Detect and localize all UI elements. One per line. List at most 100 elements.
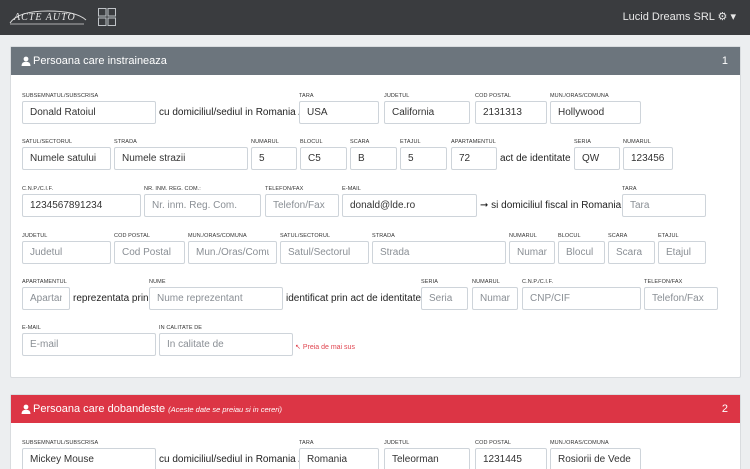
gear-icon: ⚙ — [717, 11, 728, 23]
seller-floor-input[interactable] — [400, 147, 447, 170]
seller-name-input[interactable] — [22, 101, 156, 124]
label-f-county: JUDETUL — [22, 233, 48, 239]
buyer-domicile-text: cu domiciliul/sediul in Romania / — [159, 454, 302, 465]
seller-postal-input[interactable] — [475, 101, 547, 124]
label-f-village: SATUL/SECTORUL — [280, 233, 331, 239]
label-rep-number: NUMARUL — [472, 279, 500, 285]
fiscal-apartment-input[interactable] — [22, 287, 70, 310]
label-fiscal-country: TARA — [622, 186, 637, 192]
label-county: JUDETUL — [384, 93, 410, 99]
label-number: NUMARUL — [251, 139, 279, 145]
buyer-card-title: Persoana care dobandeste (Aceste date se… — [33, 403, 282, 415]
label-id-number: NUMARUL — [623, 139, 651, 145]
arrow-copy-icon: ↖ — [295, 344, 303, 351]
label-rep-series: SERIA — [421, 279, 439, 285]
label-postal: COD POSTAL — [475, 93, 512, 99]
fiscal-village-input[interactable] — [280, 241, 369, 264]
label-rep-cnp: C.N.P./C.I.F. — [522, 279, 554, 285]
label-f-apartment: APARTAMENTUL — [22, 279, 67, 285]
label-buyer-country: TARA — [299, 440, 314, 446]
buyer-name-input[interactable] — [22, 448, 156, 469]
seller-city-input[interactable] — [550, 101, 641, 124]
seller-card-number: 1 — [721, 55, 728, 67]
fiscal-country-input[interactable] — [622, 194, 706, 217]
label-village: SATUL/SECTORUL — [22, 139, 73, 145]
seller-cnp-input[interactable] — [22, 194, 141, 217]
seller-street-input[interactable] — [114, 147, 248, 170]
buyer-county-input[interactable] — [384, 448, 470, 469]
label-rep-name: NUME — [149, 279, 166, 285]
seller-number-input[interactable] — [251, 147, 297, 170]
label-reg-com: NR. INM. REG. COM.: — [144, 186, 201, 192]
buyer-card-number: 2 — [721, 403, 728, 415]
fiscal-city-input[interactable] — [188, 241, 277, 264]
seller-block-input[interactable] — [300, 147, 347, 170]
user-icon — [21, 56, 31, 66]
fiscal-entrance-input[interactable] — [608, 241, 655, 264]
label-entrance: SCARA — [350, 139, 370, 145]
buyer-city-input[interactable] — [550, 448, 641, 469]
arrow-right-icon: ➞ — [480, 200, 492, 211]
label-city: MUN./ORAS/COMUNA — [550, 93, 609, 99]
buyer-country-input[interactable] — [299, 448, 379, 469]
fiscal-county-input[interactable] — [22, 241, 111, 264]
seller-card: Persoana care instraineaza 1 SUBSEMNATUL… — [10, 46, 741, 378]
seller-email-input[interactable] — [342, 194, 477, 217]
fiscal-block-input[interactable] — [558, 241, 605, 264]
acte-auto-logo[interactable]: ACTE AUTO — [8, 8, 88, 27]
label-cnp: C.N.P./C.I.F. — [22, 186, 54, 192]
company-menu[interactable]: Lucid Dreams SRL ⚙ ▾ — [623, 10, 736, 23]
buyer-title-text: Persoana care dobandeste — [33, 403, 166, 415]
label-f-floor: ETAJUL — [658, 233, 679, 239]
buyer-card: Persoana care dobandeste (Aceste date se… — [10, 394, 741, 469]
label-f-postal: COD POSTAL — [114, 233, 151, 239]
label-f-city: MUN./ORAS/COMUNA — [188, 233, 247, 239]
label-f-block: BLOCUL — [558, 233, 581, 239]
seller-county-input[interactable] — [384, 101, 470, 124]
seller-id-number-input[interactable] — [623, 147, 673, 170]
company-name: Lucid Dreams SRL — [622, 11, 715, 23]
label-buyer-city: MUN./ORAS/COMUNA — [550, 440, 609, 446]
apps-grid-icon[interactable] — [98, 8, 116, 26]
seller-apartment-input[interactable] — [451, 147, 497, 170]
seller-village-input[interactable] — [22, 147, 111, 170]
label-f-entrance: SCARA — [608, 233, 628, 239]
seller-reg-com-input[interactable] — [144, 194, 261, 217]
seller-country-input[interactable] — [299, 101, 379, 124]
label-buyer-name: SUBSEMNATUL/SUBSCRISA — [22, 440, 99, 446]
rep-cnp-input[interactable] — [522, 287, 641, 310]
rep-series-input[interactable] — [421, 287, 468, 310]
fiscal-number-input[interactable] — [509, 241, 555, 264]
seller-phone-input[interactable] — [265, 194, 339, 217]
user-icon — [21, 404, 31, 414]
copy-above-link[interactable]: ↖ Preia de mai sus — [295, 343, 355, 351]
seller-entrance-input[interactable] — [350, 147, 397, 170]
top-navbar: ACTE AUTO Lucid Dreams SRL ⚙ ▾ — [0, 0, 750, 35]
label-country: TARA — [299, 93, 314, 99]
seller-id-series-input[interactable] — [574, 147, 620, 170]
label-rep-email: E-MAIL — [22, 325, 41, 331]
rep-phone-input[interactable] — [644, 287, 718, 310]
label-floor: ETAJUL — [400, 139, 421, 145]
id-doc-text: act de identitate — [500, 153, 571, 164]
label-f-number: NUMARUL — [509, 233, 537, 239]
fiscal-floor-input[interactable] — [658, 241, 706, 264]
rep-quality-input[interactable] — [159, 333, 293, 356]
caret-down-icon: ▾ — [730, 11, 736, 23]
buyer-card-header: Persoana care dobandeste (Aceste date se… — [11, 395, 740, 423]
fiscal-postal-input[interactable] — [114, 241, 185, 264]
label-buyer-postal: COD POSTAL — [475, 440, 512, 446]
label-phone: TELEFON/FAX — [265, 186, 304, 192]
rep-email-input[interactable] — [22, 333, 156, 356]
label-apartment: APARTAMENTUL — [451, 139, 496, 145]
buyer-subtitle: (Aceste date se preiau si in cereri) — [168, 405, 282, 414]
fiscal-text-label: si domiciliul fiscal in Romania / — [491, 200, 627, 211]
label-street: STRADA — [114, 139, 137, 145]
buyer-postal-input[interactable] — [475, 448, 547, 469]
rep-number-input[interactable] — [472, 287, 518, 310]
label-rep-quality: IN CALITATE DE — [159, 325, 203, 331]
rep-name-input[interactable] — [149, 287, 283, 310]
label-email: E-MAIL — [342, 186, 361, 192]
fiscal-street-input[interactable] — [372, 241, 506, 264]
label-f-street: STRADA — [372, 233, 395, 239]
